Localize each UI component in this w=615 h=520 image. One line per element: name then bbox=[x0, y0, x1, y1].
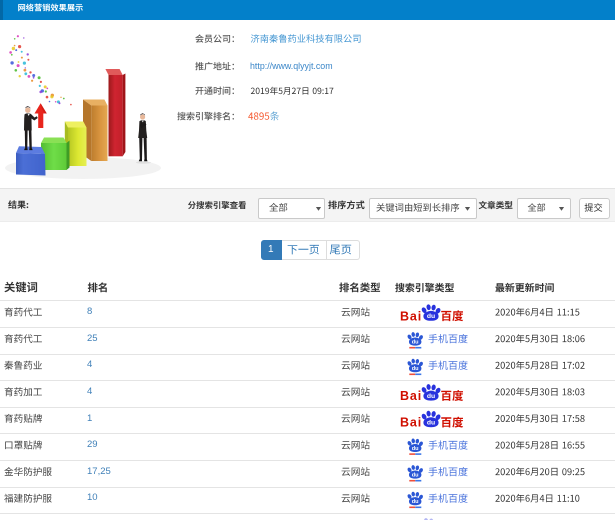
svg-text:du: du bbox=[412, 366, 419, 372]
svg-text:du: du bbox=[427, 313, 435, 320]
svg-text:du: du bbox=[412, 340, 419, 346]
svg-text:Bai: Bai bbox=[400, 416, 422, 430]
svg-text:du: du bbox=[427, 393, 435, 400]
svg-text:du: du bbox=[412, 473, 419, 479]
svg-text:du: du bbox=[412, 499, 419, 505]
svg-text:du: du bbox=[412, 446, 419, 452]
svg-text:du: du bbox=[427, 420, 435, 427]
svg-text:Bai: Bai bbox=[400, 309, 422, 323]
svg-text:Bai: Bai bbox=[400, 389, 422, 403]
